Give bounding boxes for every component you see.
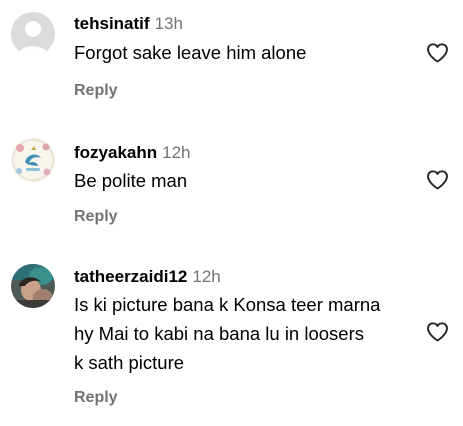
reply-button[interactable]: Reply <box>74 82 118 100</box>
timestamp[interactable]: 13h <box>155 14 183 33</box>
profile-photo-icon <box>11 264 55 308</box>
username-link[interactable]: tehsinatif <box>74 14 150 33</box>
comment-text: Forgot sake leave him alone <box>74 42 307 63</box>
comment-header: tatheerzaidi12 12h <box>74 267 221 287</box>
username-link[interactable]: fozyakahn <box>74 143 157 162</box>
default-avatar-icon <box>11 12 55 56</box>
comment-item: tatheerzaidi12 12h Is ki picture bana k K… <box>0 254 463 424</box>
profile-photo-icon <box>11 138 55 182</box>
heart-outline-icon <box>427 170 448 190</box>
reply-button[interactable]: Reply <box>74 208 118 226</box>
comment-text-line: k sath picture <box>74 352 185 373</box>
comment-item: tehsinatif 13h Forgot sake leave him alon… <box>0 0 463 110</box>
timestamp[interactable]: 12h <box>162 143 190 162</box>
comment-text: Be polite man <box>74 170 188 191</box>
comment-text-line: hy Mai to kabi na bana lu in loosers <box>74 323 365 344</box>
comment-text-line: Is ki picture bana k Konsa teer marna <box>74 294 381 315</box>
heart-outline-icon <box>427 322 448 342</box>
timestamp[interactable]: 12h <box>192 267 220 286</box>
username-link[interactable]: tatheerzaidi12 <box>74 267 187 286</box>
like-button[interactable] <box>425 320 450 344</box>
comment-item: fozyakahn 12h Be polite man Reply <box>0 130 463 240</box>
reply-button[interactable]: Reply <box>74 389 118 407</box>
avatar[interactable] <box>11 138 55 182</box>
avatar[interactable] <box>11 264 55 308</box>
like-button[interactable] <box>425 168 450 192</box>
like-button[interactable] <box>425 41 450 65</box>
avatar[interactable] <box>11 12 55 56</box>
heart-outline-icon <box>427 43 448 63</box>
comment-header: fozyakahn 12h <box>74 143 191 163</box>
comment-header: tehsinatif 13h <box>74 14 183 34</box>
